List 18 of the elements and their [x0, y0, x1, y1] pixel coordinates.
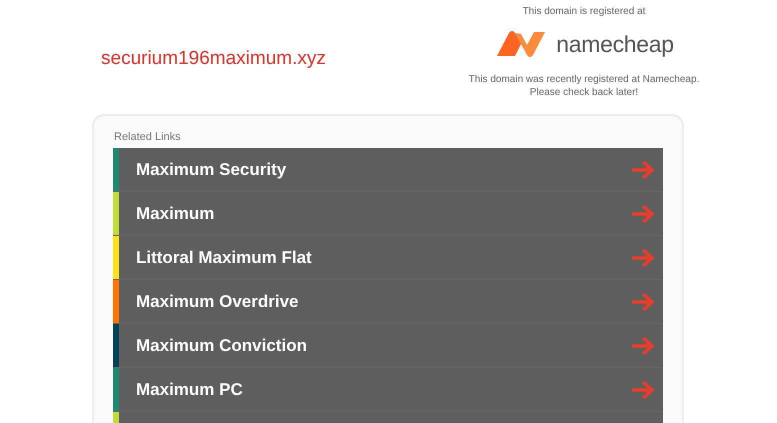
logo-text: namecheap	[556, 30, 674, 58]
related-link[interactable]: Maximum Security	[113, 148, 663, 192]
arrow-icon	[631, 336, 655, 356]
arrow-icon	[631, 160, 655, 180]
arrow-icon	[631, 248, 655, 268]
related-link[interactable]: Littoral Maximum Flat	[113, 236, 663, 280]
registered-message: Please check back later!	[530, 86, 638, 99]
related-link[interactable]: Maximum Conviction	[113, 324, 663, 368]
related-link[interactable]: Maximum	[113, 192, 663, 236]
related-link[interactable]: Maximum PC	[113, 368, 663, 412]
arrow-icon	[631, 204, 655, 224]
registered-note: This domain is registered at	[522, 5, 646, 18]
arrow-icon	[631, 292, 655, 312]
related-link[interactable]: Maximum Overdrive	[113, 280, 663, 324]
domain-name: securium196maximum.xyz	[101, 48, 326, 70]
registered-message: This domain was recently registered at Namecheap.	[468, 73, 700, 86]
section-title: Related Links	[114, 131, 182, 143]
arrow-icon	[631, 380, 655, 400]
